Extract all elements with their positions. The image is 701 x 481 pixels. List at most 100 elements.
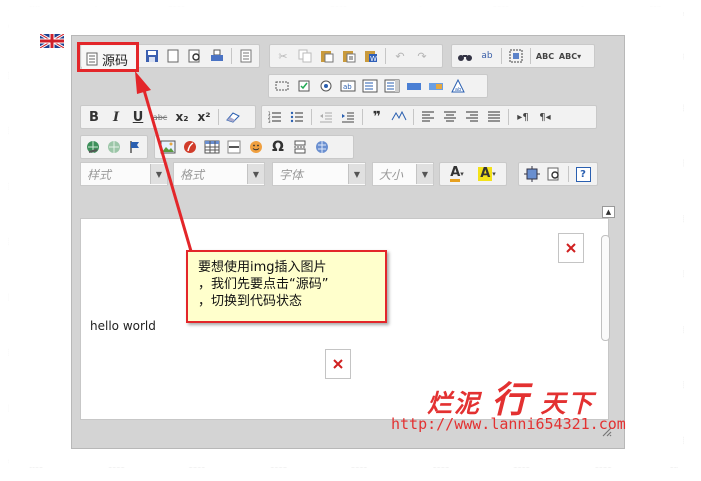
align-left-icon[interactable]: [417, 107, 439, 127]
strike-icon[interactable]: abc: [149, 107, 171, 127]
bg-color-icon: A: [478, 166, 493, 181]
bulleted-list-icon[interactable]: [286, 107, 308, 127]
format-combo[interactable]: 格式 ▼: [173, 162, 265, 186]
svg-text:3: 3: [268, 119, 271, 124]
toolbar-colors-group: A ▾ A ▾: [439, 162, 507, 186]
new-page-icon[interactable]: [163, 46, 185, 66]
align-center-icon[interactable]: [439, 107, 461, 127]
show-blocks-icon[interactable]: [543, 164, 565, 184]
numbered-list-icon[interactable]: 123: [264, 107, 286, 127]
blockquote-icon[interactable]: ❞: [366, 107, 388, 127]
spellcheck-icon[interactable]: ABC: [534, 46, 556, 66]
paste-text-icon[interactable]: [338, 46, 360, 66]
spellcheck-as-you-type-icon[interactable]: ABC ▾: [556, 46, 584, 66]
remove-format-icon[interactable]: [222, 107, 244, 127]
iframe-icon[interactable]: [311, 137, 333, 157]
source-button-highlight: [77, 42, 139, 72]
radio-icon[interactable]: [315, 76, 337, 96]
justify-icon[interactable]: [483, 107, 505, 127]
toolbar-editing-group: ab ABC ABC ▾: [451, 44, 595, 68]
horizontal-rule-icon[interactable]: [223, 137, 245, 157]
save-icon[interactable]: [141, 46, 163, 66]
page-break-icon[interactable]: [289, 137, 311, 157]
bold-icon[interactable]: B: [83, 107, 105, 127]
size-combo-label: 大小: [379, 167, 404, 182]
unlink-icon[interactable]: [104, 137, 125, 157]
toolbar-separator: [362, 109, 363, 125]
textarea-icon[interactable]: [359, 76, 381, 96]
toolbar-clipboard-group: ✂ W ↶ ↷: [269, 44, 443, 68]
copy-icon[interactable]: [294, 46, 316, 66]
superscript-icon[interactable]: x²: [193, 107, 215, 127]
watermark-url: http://www.lanni654321.com: [391, 415, 626, 433]
svg-text:ab: ab: [455, 87, 461, 93]
preview-icon[interactable]: [184, 46, 206, 66]
indent-icon[interactable]: [337, 107, 359, 127]
collapse-toolbar-button[interactable]: ▲: [602, 206, 615, 218]
maximize-icon[interactable]: [521, 164, 543, 184]
subscript-icon[interactable]: x₂: [171, 107, 193, 127]
toolbar-separator: [311, 109, 312, 125]
div-icon[interactable]: [388, 107, 410, 127]
watermark-chars-b: 天下: [540, 389, 595, 418]
replace-icon[interactable]: ab: [476, 46, 498, 66]
broken-image-icon[interactable]: [558, 233, 584, 263]
anchor-icon[interactable]: [124, 137, 145, 157]
italic-icon[interactable]: I: [105, 107, 127, 127]
broken-image-icon[interactable]: [325, 349, 351, 379]
toolbar-separator: [231, 48, 233, 64]
ltr-icon[interactable]: ▸¶: [512, 107, 534, 127]
print-icon[interactable]: [206, 46, 228, 66]
flash-icon[interactable]: [179, 137, 201, 157]
hidden-field-icon[interactable]: ab: [447, 76, 469, 96]
text-color-button[interactable]: A ▾: [442, 164, 472, 184]
svg-text:W: W: [370, 55, 377, 63]
form-icon[interactable]: [271, 76, 293, 96]
toolbar-insert-group: Ω: [154, 135, 354, 159]
textfield-icon[interactable]: ab: [337, 76, 359, 96]
align-right-icon[interactable]: [461, 107, 483, 127]
toolbar-separator: [508, 109, 509, 125]
toolbar-separator: [568, 166, 569, 182]
chevron-down-icon: ▼: [150, 164, 167, 184]
paste-word-icon[interactable]: W: [360, 46, 382, 66]
toolbar-separator: [530, 48, 531, 64]
toolbar-separator: [218, 109, 219, 125]
checkbox-icon[interactable]: [293, 76, 315, 96]
toolbar-separator: [501, 48, 502, 64]
uk-flag-icon[interactable]: [40, 34, 64, 48]
outdent-icon[interactable]: [315, 107, 337, 127]
bg-color-button[interactable]: A ▾: [472, 164, 502, 184]
toolbar-forms-group: ab ab: [268, 74, 488, 98]
rtl-icon[interactable]: ¶◂: [534, 107, 556, 127]
scayt-label: ABC: [558, 51, 578, 61]
redo-icon[interactable]: ↷: [411, 46, 433, 66]
select-icon[interactable]: [381, 76, 403, 96]
paste-icon[interactable]: [316, 46, 338, 66]
image-button-icon[interactable]: [425, 76, 447, 96]
find-icon[interactable]: [454, 46, 476, 66]
cut-icon[interactable]: ✂: [272, 46, 294, 66]
chevron-down-icon: ▼: [416, 164, 433, 184]
select-all-icon[interactable]: [505, 46, 527, 66]
callout-line-1: 要想使用img插入图片: [198, 260, 327, 275]
underline-icon[interactable]: U: [127, 107, 149, 127]
image-icon[interactable]: [157, 137, 179, 157]
undo-icon[interactable]: ↶: [389, 46, 411, 66]
callout-line-3: ，切换到代码状态: [198, 294, 303, 309]
templates-icon[interactable]: [235, 46, 257, 66]
special-char-icon[interactable]: Ω: [267, 137, 289, 157]
vertical-scrollbar[interactable]: [601, 235, 610, 341]
help-icon[interactable]: ?: [572, 164, 594, 184]
font-combo[interactable]: 字体 ▼: [272, 162, 366, 186]
smiley-icon[interactable]: [245, 137, 267, 157]
table-icon[interactable]: [201, 137, 223, 157]
text-color-icon: A: [450, 165, 461, 182]
toolbar-links-group: [80, 135, 148, 159]
toolbar-tools-group: ?: [518, 162, 598, 186]
button-icon[interactable]: [403, 76, 425, 96]
help-glyph: ?: [575, 166, 591, 182]
link-icon[interactable]: [83, 137, 104, 157]
size-combo[interactable]: 大小 ▼: [372, 162, 434, 186]
styles-combo[interactable]: 样式 ▼: [80, 162, 168, 186]
